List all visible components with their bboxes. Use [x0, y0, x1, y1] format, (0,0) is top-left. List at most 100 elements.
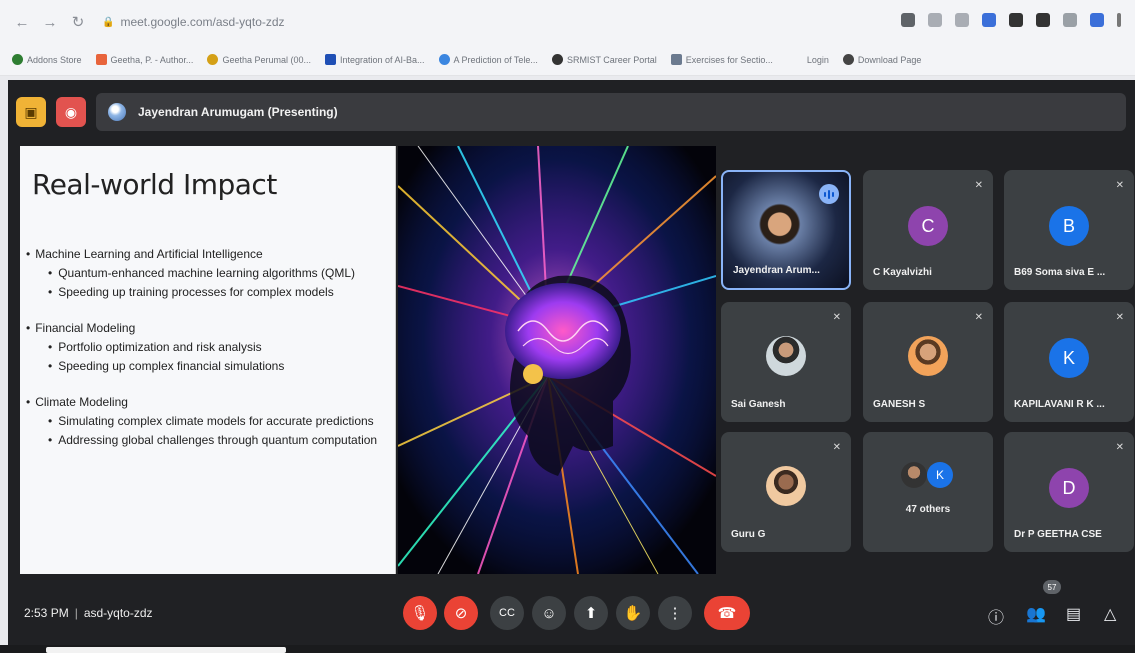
- bookmark-label: Geetha Perumal (00...: [222, 54, 311, 65]
- avatar: K: [1049, 338, 1089, 378]
- participant-tile[interactable]: ✕ Guru G: [721, 432, 851, 552]
- bullet-icon: •: [26, 395, 31, 409]
- captions-icon: CC: [499, 607, 515, 619]
- participant-tile[interactable]: K 47 others: [863, 432, 993, 552]
- presenter-avatar: [108, 103, 126, 121]
- participant-name: Guru G: [731, 529, 766, 540]
- activities-icon[interactable]: △: [1104, 604, 1116, 624]
- presenter-bar[interactable]: Jayendran Arumugam (Presenting): [96, 93, 1126, 131]
- raise-hand-button[interactable]: ✋: [616, 596, 650, 630]
- sidebar-icon[interactable]: [1036, 13, 1050, 27]
- participant-tile[interactable]: ✕ GANESH S: [863, 302, 993, 422]
- people-icon[interactable]: 👥: [1026, 604, 1046, 624]
- extension-icons: [901, 13, 1121, 27]
- bookmark-item[interactable]: Exercises for Sectio...: [670, 54, 773, 65]
- participant-tile[interactable]: ✕ B B69 Soma siva E ...: [1004, 170, 1134, 290]
- participant-name: Dr P GEETHA CSE: [1014, 529, 1102, 540]
- bullet-icon: •: [48, 433, 53, 447]
- meeting-info: 2:53 PM | asd-yqto-zdz: [24, 606, 153, 620]
- emoji-icon: ☺: [541, 604, 557, 622]
- browser-toolbar: ← → ↻ 🔒 meet.google.com/asd-yqto-zdz: [0, 0, 1135, 44]
- presentation-slide: Real-world Impact • Machine Learning and …: [20, 146, 396, 574]
- participant-tile[interactable]: ✕ K KAPILAVANI R K ...: [1004, 302, 1134, 422]
- bookmark-item[interactable]: Addons Store: [12, 54, 82, 65]
- presentation-icon[interactable]: ▣: [16, 97, 46, 127]
- participant-name: 47 others: [905, 504, 951, 515]
- bookmark-label: Geetha, P. - Author...: [110, 54, 194, 65]
- participant-tile[interactable]: Jayendran Arum...: [721, 170, 851, 290]
- bookmark-item[interactable]: Geetha, P. - Author...: [95, 54, 194, 65]
- slide-bullet-item: • Speeding up complex financial simulatio…: [48, 358, 386, 374]
- chat-icon[interactable]: ▤: [1066, 604, 1081, 624]
- taskbar-tab[interactable]: [46, 647, 286, 653]
- captions-button[interactable]: CC: [490, 596, 524, 630]
- avatar: [901, 462, 927, 488]
- star-icon[interactable]: [955, 13, 969, 27]
- bullet-icon: •: [26, 321, 31, 335]
- slide-bullet-item: • Speeding up training processes for comp…: [48, 284, 386, 300]
- menu-kebab-icon[interactable]: [1117, 13, 1121, 27]
- bookmark-favicon-icon: [551, 54, 563, 65]
- vpn-icon[interactable]: [1090, 13, 1104, 27]
- recording-icon[interactable]: ◉: [56, 97, 86, 127]
- bookmark-item[interactable]: Integration of AI-Ba...: [324, 54, 425, 65]
- participant-name: GANESH S: [873, 399, 926, 410]
- bullet-icon: •: [48, 359, 53, 373]
- slide-bullet-item: • Portfolio optimization and risk analysi…: [48, 339, 386, 355]
- address-bar[interactable]: 🔒 meet.google.com/asd-yqto-zdz: [102, 15, 285, 29]
- bullet-icon: •: [26, 247, 31, 261]
- slide-section-heading: • Machine Learning and Artificial Intelli…: [26, 246, 386, 262]
- share-icon[interactable]: [928, 13, 942, 27]
- camera-off-button[interactable]: ⊘: [444, 596, 478, 630]
- bullet-icon: •: [48, 414, 53, 428]
- bookmark-favicon-icon: [842, 54, 854, 65]
- bookmark-item[interactable]: Download Page: [842, 54, 921, 65]
- slide-section: • Financial Modeling • Portfolio optimizati…: [26, 320, 386, 374]
- bookmark-item[interactable]: A Prediction of Tele...: [438, 54, 538, 65]
- heading-text: Machine Learning and Artificial Intellig…: [35, 247, 263, 261]
- avatar: D: [1049, 468, 1089, 508]
- url-text: meet.google.com/asd-yqto-zdz: [120, 15, 285, 29]
- hangup-icon: ☎: [717, 605, 737, 622]
- extension-icon[interactable]: [1009, 13, 1023, 27]
- present-button[interactable]: ⬆: [574, 596, 608, 630]
- speaking-indicator-icon: [819, 184, 839, 204]
- participant-tile[interactable]: ✕ D Dr P GEETHA CSE: [1004, 432, 1134, 552]
- participant-tile[interactable]: ✕ Sai Ganesh: [721, 302, 851, 422]
- reactions-button[interactable]: ☺: [532, 596, 566, 630]
- reload-icon[interactable]: ↻: [70, 13, 86, 31]
- slide-bullet-item: • Quantum-enhanced machine learning algor…: [48, 265, 386, 281]
- back-icon[interactable]: ←: [14, 14, 30, 31]
- meeting-code: asd-yqto-zdz: [83, 606, 153, 620]
- participant-name: B69 Soma siva E ...: [1014, 267, 1106, 278]
- camera-off-icon: ⊘: [454, 605, 468, 622]
- slide-bullet-item: • Addressing global challenges through qu…: [48, 432, 386, 448]
- bookmark-item[interactable]: Login: [807, 55, 829, 65]
- info-icon[interactable]: ⓘ: [988, 604, 1004, 628]
- avatar: [766, 466, 806, 506]
- profile-icon[interactable]: [1063, 13, 1077, 27]
- bullet-text: Simulating complex climate models for ac…: [58, 414, 374, 428]
- more-vert-icon: ⋮: [667, 605, 683, 622]
- bullet-text: Portfolio optimization and risk analysis: [58, 340, 262, 354]
- forward-icon[interactable]: →: [42, 14, 58, 31]
- meet-controls-bar: 2:53 PM | asd-yqto-zdz 🎙 ⊘ CC ☺ ⬆ ✋ ⋮ ☎ ⓘ …: [8, 580, 1135, 642]
- avatar: [908, 336, 948, 376]
- bookmark-item[interactable]: Geetha Perumal (00...: [207, 54, 311, 65]
- leave-call-button[interactable]: ☎: [704, 596, 750, 630]
- bookmark-label: Login: [806, 54, 829, 65]
- participant-tile[interactable]: ✕ C C Kayalvizhi: [863, 170, 993, 290]
- bookmark-favicon-icon: [12, 54, 23, 65]
- more-options-button[interactable]: ⋮: [658, 596, 692, 630]
- slide-section-heading: • Climate Modeling: [26, 394, 386, 410]
- bookmark-item[interactable]: SRMIST Career Portal: [551, 54, 657, 65]
- clock-time: 2:53 PM: [24, 606, 69, 620]
- bookmark-label: Integration of AI-Ba...: [339, 54, 425, 65]
- present-icon: ⬆: [584, 605, 598, 622]
- shield-icon[interactable]: [982, 13, 996, 27]
- camera-icon[interactable]: [901, 13, 915, 27]
- bullet-icon: •: [48, 340, 53, 354]
- participant-name: Jayendran Arum...: [733, 265, 820, 276]
- mic-off-button[interactable]: 🎙: [403, 596, 437, 630]
- mic-muted-icon: ✕: [1115, 442, 1124, 453]
